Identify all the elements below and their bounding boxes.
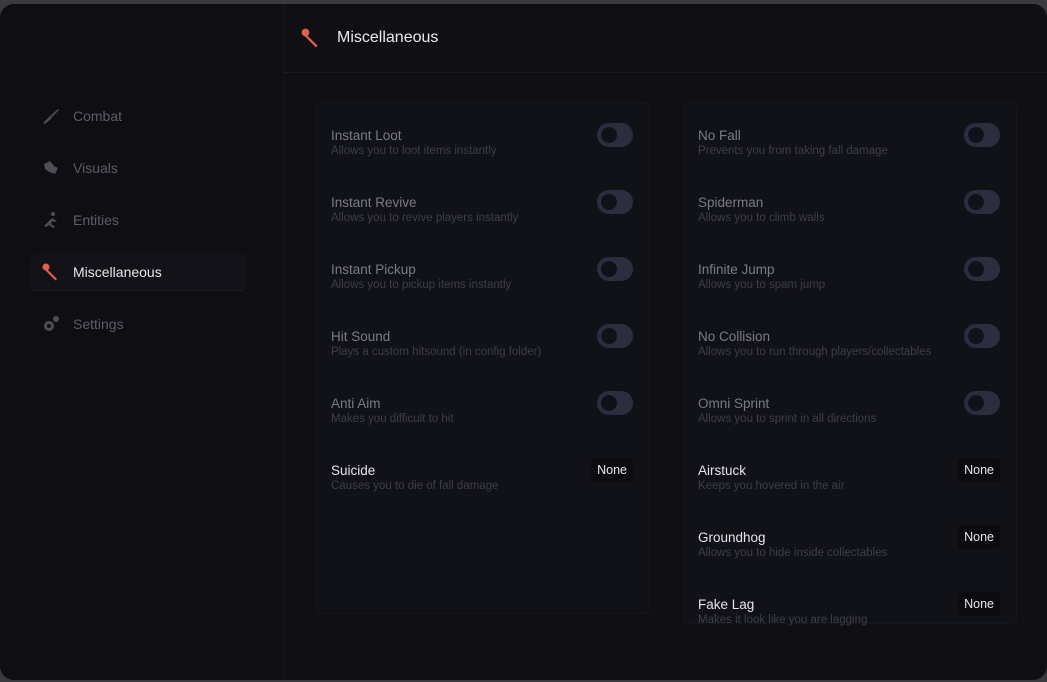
- setting-instant-pickup: Instant Pickup Allows you to pickup item…: [331, 257, 637, 312]
- setting-description: Allows you to revive players instantly: [331, 212, 519, 224]
- anti-aim-toggle[interactable]: [597, 391, 633, 415]
- hit-sound-toggle[interactable]: [597, 324, 633, 348]
- setting-name: Hit Sound: [331, 329, 391, 344]
- setting-name: No Collision: [698, 329, 771, 344]
- entity-icon: [41, 210, 61, 230]
- sidebar-nav: Combat Visuals Entities Miscellaneous Se…: [29, 97, 247, 357]
- sidebar-item-label: Entities: [73, 212, 119, 228]
- setting-name: Instant Loot: [331, 128, 402, 143]
- groundhog-keybind-button[interactable]: None: [958, 525, 1000, 549]
- sidebar-divider: [283, 4, 284, 680]
- setting-name: Suicide: [331, 463, 376, 478]
- toggle-knob: [601, 127, 617, 143]
- setting-name: Instant Revive: [331, 195, 417, 210]
- sidebar-item-miscellaneous[interactable]: Miscellaneous: [29, 253, 247, 291]
- setting-description: Makes it look like you are lagging: [698, 614, 868, 626]
- setting-name: Spiderman: [698, 195, 764, 210]
- setting-spiderman: Spiderman Allows you to climb walls: [698, 190, 1004, 245]
- sidebar-item-visuals[interactable]: Visuals: [29, 149, 247, 187]
- setting-hit-sound: Hit Sound Plays a custom hitsound (in co…: [331, 324, 637, 379]
- setting-no-collision: No Collision Allows you to run through p…: [698, 324, 1004, 379]
- toggle-knob: [601, 328, 617, 344]
- setting-name: Groundhog: [698, 530, 766, 545]
- setting-instant-revive: Instant Revive Allows you to revive play…: [331, 190, 637, 245]
- wrench-icon: [300, 27, 322, 49]
- setting-suicide: Suicide Causes you to die of fall damage…: [331, 458, 637, 513]
- setting-name: Instant Pickup: [331, 262, 416, 277]
- setting-name: No Fall: [698, 128, 741, 143]
- setting-description: Allows you to pickup items instantly: [331, 279, 512, 291]
- settings-panel-right: No Fall Prevents you from taking fall da…: [683, 102, 1017, 626]
- setting-description: Allows you to climb walls: [698, 212, 825, 224]
- sidebar-item-label: Visuals: [73, 160, 118, 176]
- setting-description: Prevents you from taking fall damage: [698, 145, 888, 157]
- toggle-knob: [968, 328, 984, 344]
- gear-icon: [41, 314, 61, 334]
- page-header: Miscellaneous: [284, 4, 1047, 73]
- setting-name: Omni Sprint: [698, 396, 770, 411]
- sidebar-item-label: Settings: [73, 316, 124, 332]
- setting-name: Anti Aim: [331, 396, 381, 411]
- sidebar-item-label: Miscellaneous: [73, 263, 162, 280]
- app-window: Combat Visuals Entities Miscellaneous Se…: [0, 4, 1047, 680]
- setting-description: Allows you to run through players/collec…: [698, 346, 932, 358]
- sidebar-item-combat[interactable]: Combat: [29, 97, 247, 135]
- setting-anti-aim: Anti Aim Makes you difficult to hit: [331, 391, 637, 446]
- spiderman-toggle[interactable]: [964, 190, 1000, 214]
- setting-groundhog: Groundhog Allows you to hide inside coll…: [698, 525, 1004, 580]
- sidebar-item-settings[interactable]: Settings: [29, 305, 247, 343]
- wrench-icon: [41, 262, 61, 282]
- instant-loot-toggle[interactable]: [597, 123, 633, 147]
- airstuck-keybind-button[interactable]: None: [958, 458, 1000, 482]
- setting-description: Allows you to sprint in all directions: [698, 413, 877, 425]
- no-fall-toggle[interactable]: [964, 123, 1000, 147]
- toggle-knob: [968, 395, 984, 411]
- setting-name: Airstuck: [698, 463, 747, 478]
- setting-instant-loot: Instant Loot Allows you to loot items in…: [331, 123, 637, 178]
- setting-description: Causes you to die of fall damage: [331, 480, 499, 492]
- toggle-knob: [601, 194, 617, 210]
- sidebar-item-label: Combat: [73, 108, 123, 124]
- setting-description: Keeps you hovered in the air: [698, 480, 845, 492]
- setting-description: Allows you to loot items instantly: [331, 145, 497, 157]
- settings-panel-left: Instant Loot Allows you to loot items in…: [316, 102, 650, 614]
- sidebar: Combat Visuals Entities Miscellaneous Se…: [0, 4, 283, 680]
- omni-sprint-toggle[interactable]: [964, 391, 1000, 415]
- suicide-keybind-button[interactable]: None: [591, 458, 633, 482]
- toggle-knob: [601, 261, 617, 277]
- instant-revive-toggle[interactable]: [597, 190, 633, 214]
- setting-airstuck: Airstuck Keeps you hovered in the air No…: [698, 458, 1004, 513]
- setting-name: Infinite Jump: [698, 262, 775, 277]
- page-title: Miscellaneous: [337, 29, 439, 46]
- setting-omni-sprint: Omni Sprint Allows you to sprint in all …: [698, 391, 1004, 446]
- rifle-icon: [41, 106, 61, 126]
- instant-pickup-toggle[interactable]: [597, 257, 633, 281]
- toggle-knob: [968, 261, 984, 277]
- setting-description: Makes you difficult to hit: [331, 413, 454, 425]
- toggle-knob: [601, 395, 617, 411]
- setting-fake-lag: Fake Lag Makes it look like you are lagg…: [698, 592, 1004, 647]
- setting-description: Allows you to spam jump: [698, 279, 826, 291]
- eye-icon: [41, 158, 61, 178]
- setting-description: Allows you to hide inside collectables: [698, 547, 888, 559]
- sidebar-item-entities[interactable]: Entities: [29, 201, 247, 239]
- setting-infinite-jump: Infinite Jump Allows you to spam jump: [698, 257, 1004, 312]
- no-collision-toggle[interactable]: [964, 324, 1000, 348]
- toggle-knob: [968, 127, 984, 143]
- setting-description: Plays a custom hitsound (in config folde…: [331, 346, 542, 358]
- setting-no-fall: No Fall Prevents you from taking fall da…: [698, 123, 1004, 178]
- infinite-jump-toggle[interactable]: [964, 257, 1000, 281]
- fake-lag-keybind-button[interactable]: None: [958, 592, 1000, 616]
- toggle-knob: [968, 194, 984, 210]
- setting-name: Fake Lag: [698, 597, 755, 612]
